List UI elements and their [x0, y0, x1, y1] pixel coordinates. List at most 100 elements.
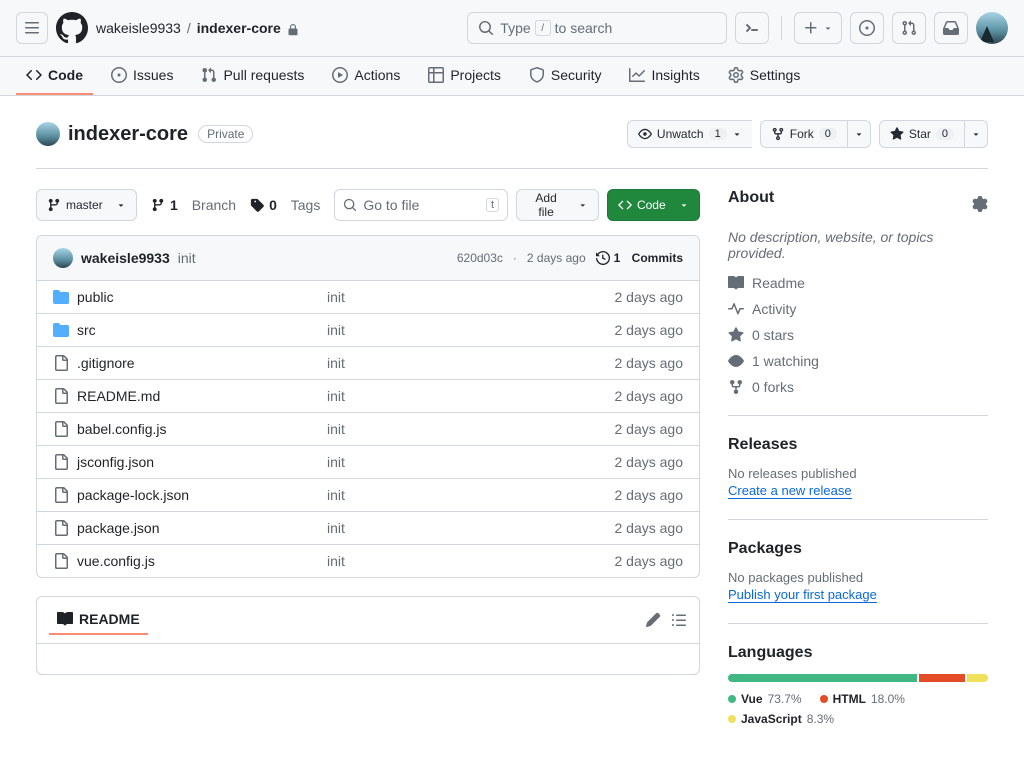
menu-button[interactable]: [16, 12, 48, 44]
list-unordered-icon: [671, 612, 687, 628]
activity-link[interactable]: Activity: [728, 301, 988, 317]
breadcrumb-repo[interactable]: indexer-core: [197, 20, 281, 36]
file-commit-message[interactable]: init: [327, 421, 615, 437]
unwatch-button[interactable]: Unwatch1: [627, 120, 752, 148]
file-commit-message[interactable]: init: [327, 553, 615, 569]
table-row: package.jsoninit2 days ago: [37, 512, 699, 545]
branch-select[interactable]: master: [36, 189, 137, 221]
forks-link[interactable]: 0 forks: [728, 379, 988, 395]
commits-link[interactable]: 1 Commits: [596, 251, 683, 265]
notifications-button[interactable]: [934, 12, 968, 44]
file-name[interactable]: jsconfig.json: [77, 454, 327, 470]
file-name[interactable]: README.md: [77, 388, 327, 404]
create-new-button[interactable]: [794, 12, 842, 44]
language-item[interactable]: Vue 73.7%: [728, 692, 802, 706]
file-icon: [53, 388, 77, 404]
go-to-file-input[interactable]: Go to filet: [334, 189, 508, 221]
github-logo-icon[interactable]: [56, 12, 88, 44]
file-time: 2 days ago: [615, 388, 684, 404]
file-commit-message[interactable]: init: [327, 322, 615, 338]
file-name[interactable]: package.json: [77, 520, 327, 536]
tab-code[interactable]: Code: [16, 57, 93, 95]
file-icon: [53, 355, 77, 371]
shield-icon: [529, 67, 545, 83]
create-release-link[interactable]: Create a new release: [728, 483, 852, 499]
language-segment[interactable]: [919, 674, 965, 682]
commit-author[interactable]: wakeisle9933: [81, 250, 170, 266]
fork-menu[interactable]: [847, 120, 871, 148]
about-settings-button[interactable]: [972, 196, 988, 212]
code-button[interactable]: Code: [607, 189, 700, 221]
file-commit-message[interactable]: init: [327, 289, 615, 305]
breadcrumb-owner[interactable]: wakeisle9933: [96, 20, 181, 36]
tags-link[interactable]: 0 Tags: [250, 197, 320, 213]
book-icon: [57, 611, 73, 627]
language-dot: [728, 695, 736, 703]
publish-package-link[interactable]: Publish your first package: [728, 587, 877, 603]
add-file-button[interactable]: Add file: [516, 189, 599, 221]
tab-security[interactable]: Security: [519, 57, 612, 95]
language-segment[interactable]: [967, 674, 988, 682]
graph-icon: [629, 67, 645, 83]
file-time: 2 days ago: [615, 322, 684, 338]
chevron-down-icon: [732, 129, 742, 139]
branches-link[interactable]: 1 Branch: [151, 197, 236, 213]
command-palette-button[interactable]: [735, 12, 769, 44]
commit-sha[interactable]: 620d03c: [457, 251, 503, 265]
issues-button[interactable]: [850, 12, 884, 44]
star-button[interactable]: Star0: [879, 120, 964, 148]
language-segment[interactable]: [728, 674, 917, 682]
file-name[interactable]: babel.config.js: [77, 421, 327, 437]
commit-message[interactable]: init: [178, 250, 196, 266]
language-item[interactable]: JavaScript 8.3%: [728, 712, 834, 726]
releases-none: No releases published: [728, 466, 988, 481]
code-icon: [26, 67, 42, 83]
tab-settings[interactable]: Settings: [718, 57, 811, 95]
breadcrumb-separator: /: [187, 20, 191, 36]
file-commit-message[interactable]: init: [327, 388, 615, 404]
user-avatar[interactable]: [976, 12, 1008, 44]
chevron-down-icon: [578, 200, 588, 210]
tab-actions[interactable]: Actions: [322, 57, 410, 95]
file-commit-message[interactable]: init: [327, 487, 615, 503]
file-name[interactable]: public: [77, 289, 327, 305]
file-commit-message[interactable]: init: [327, 454, 615, 470]
fork-button[interactable]: Fork0: [760, 120, 847, 148]
tab-insights[interactable]: Insights: [619, 57, 709, 95]
tab-pull-requests[interactable]: Pull requests: [191, 57, 314, 95]
outline-button[interactable]: [671, 612, 687, 628]
inbox-icon: [943, 20, 959, 36]
git-pull-request-icon: [201, 67, 217, 83]
repo-forked-icon: [771, 127, 785, 141]
star-menu[interactable]: [964, 120, 988, 148]
chevron-down-icon: [971, 129, 981, 139]
commit-author-avatar[interactable]: [53, 248, 73, 268]
file-name[interactable]: vue.config.js: [77, 553, 327, 569]
global-header: wakeisle9933 / indexer-core Type / to se…: [0, 0, 1024, 57]
repo-owner-avatar[interactable]: [36, 122, 60, 146]
tab-projects[interactable]: Projects: [418, 57, 511, 95]
packages-none: No packages published: [728, 570, 988, 585]
table-row: publicinit2 days ago: [37, 281, 699, 314]
edit-readme-button[interactable]: [645, 612, 661, 628]
global-search[interactable]: Type / to search: [467, 12, 727, 44]
file-name[interactable]: .gitignore: [77, 355, 327, 371]
pull-requests-button[interactable]: [892, 12, 926, 44]
file-name[interactable]: package-lock.json: [77, 487, 327, 503]
stars-link[interactable]: 0 stars: [728, 327, 988, 343]
folder-icon: [53, 289, 77, 305]
tab-issues[interactable]: Issues: [101, 57, 183, 95]
readme-tab[interactable]: README: [49, 605, 148, 635]
watching-link[interactable]: 1 watching: [728, 353, 988, 369]
language-item[interactable]: HTML 18.0%: [820, 692, 905, 706]
about-title: About: [728, 189, 774, 207]
file-time: 2 days ago: [615, 487, 684, 503]
language-dot: [820, 695, 828, 703]
readme-link[interactable]: Readme: [728, 275, 988, 291]
file-commit-message[interactable]: init: [327, 355, 615, 371]
table-row: vue.config.jsinit2 days ago: [37, 545, 699, 577]
file-name[interactable]: src: [77, 322, 327, 338]
readme-box: README: [36, 596, 700, 675]
file-commit-message[interactable]: init: [327, 520, 615, 536]
commit-time: 2 days ago: [527, 251, 586, 265]
